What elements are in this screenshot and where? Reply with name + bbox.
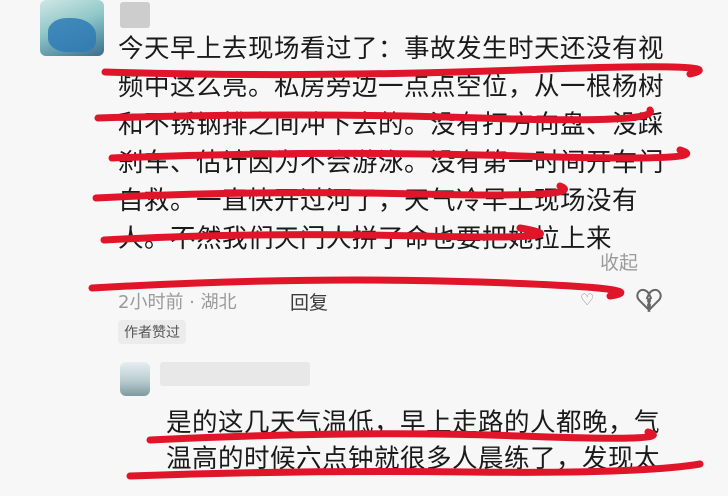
underline-stroke [92,182,568,202]
underline-stroke [100,224,544,244]
underline-stroke [146,428,657,444]
red-underline-annotations [88,63,704,480]
underline-stroke [126,460,704,480]
underline-stroke [101,63,703,79]
underline-stroke [88,276,625,300]
underline-stroke [108,146,690,162]
underline-stroke [94,106,654,124]
